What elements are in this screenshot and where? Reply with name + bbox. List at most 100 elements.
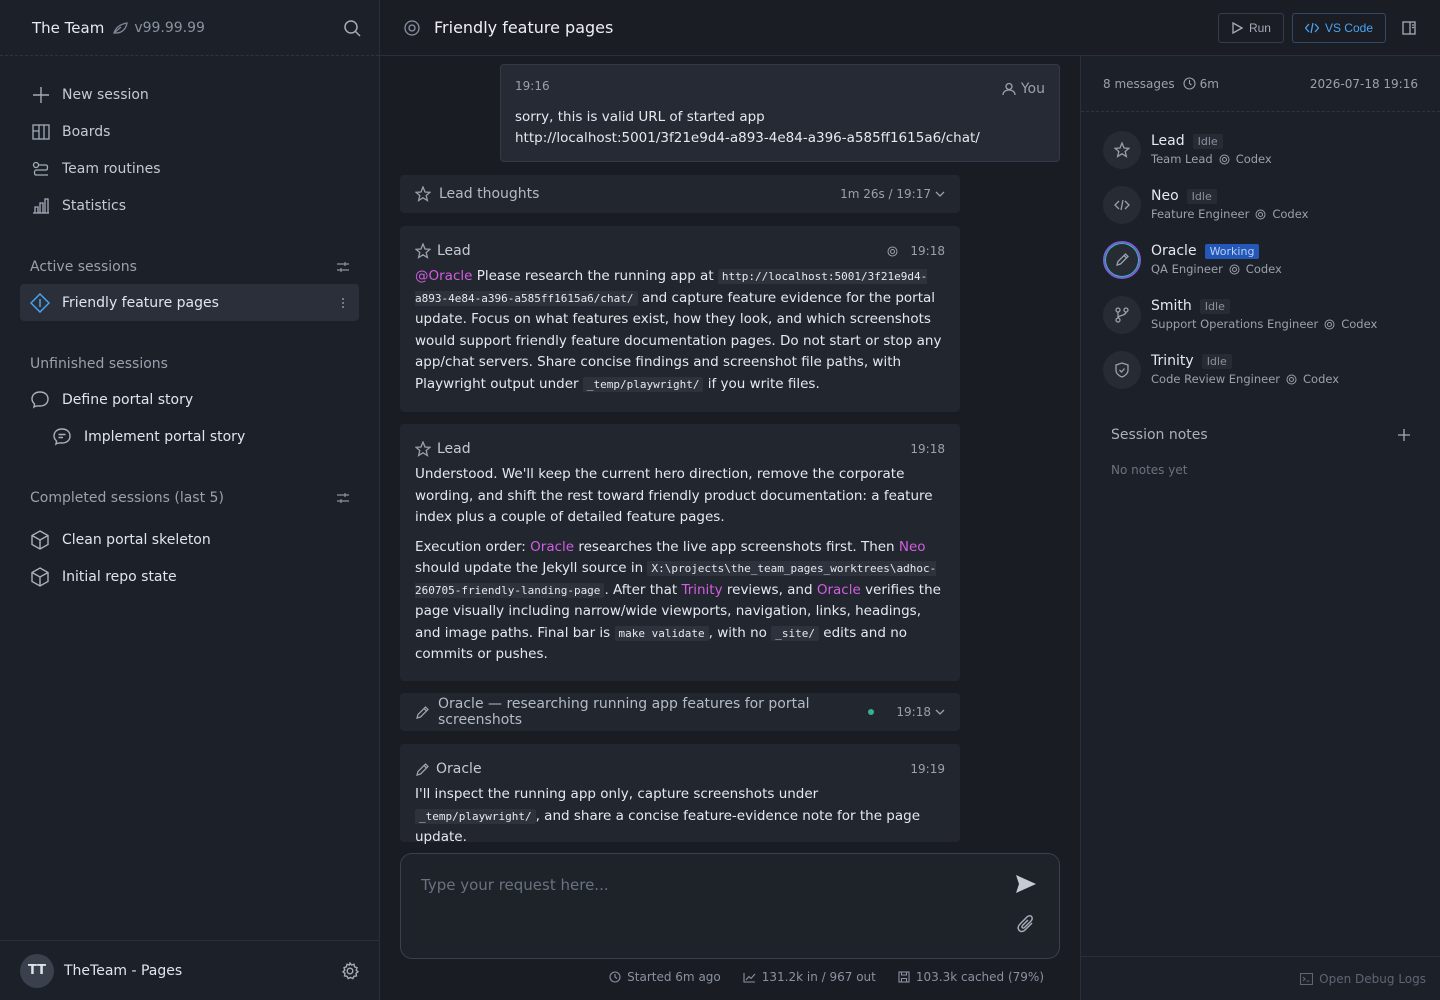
status-badge: Working — [1204, 243, 1260, 259]
section-title: Completed sessions (last 5) — [30, 490, 224, 506]
session-label: Friendly feature pages — [62, 294, 219, 311]
session-label: Clean portal skeleton — [62, 531, 211, 548]
cube-icon — [30, 566, 50, 587]
open-debug-logs-button[interactable]: Open Debug Logs — [1081, 956, 1440, 1000]
agent-list: Lead Idle Team Lead Codex Neo Idle Feature … — [1081, 112, 1440, 397]
nav-label: New session — [62, 86, 149, 103]
routine-icon — [32, 161, 50, 177]
message-time: 19:19 — [910, 762, 945, 776]
gear-icon[interactable] — [341, 961, 359, 980]
message-body: I'll inspect the running app only, captu… — [415, 784, 945, 849]
filter-icon[interactable] — [337, 262, 349, 272]
star-icon — [415, 186, 431, 202]
session-friendly-feature-pages[interactable]: Friendly feature pages — [20, 284, 359, 321]
sidebar: The Team v99.99.99 New session Boards Te… — [0, 0, 380, 1000]
text: should update the Jekyll source in — [415, 560, 648, 576]
agent-lead[interactable]: Lead Idle Team Lead Codex — [1081, 122, 1440, 177]
collapse-meta: 1m 26s / 19:17 — [840, 187, 945, 201]
agent-role: Feature Engineer — [1151, 207, 1250, 221]
session-initial-repo-state[interactable]: Initial repo state — [0, 558, 379, 595]
text: I'll inspect the running app only, captu… — [415, 786, 819, 802]
agent-name: Neo — [1151, 188, 1179, 204]
author-name: You — [1020, 81, 1045, 97]
message-url[interactable]: http://localhost:5001/3f21e9d4-a893-4e84… — [515, 128, 1045, 149]
openai-icon — [1324, 319, 1335, 330]
session-clean-portal-skeleton[interactable]: Clean portal skeleton — [0, 521, 379, 558]
message-time: 19:16 — [515, 79, 550, 93]
collapse-label: Oracle — researching running app feature… — [438, 696, 810, 728]
oracle-message: Oracle 19:19 I'll inspect the running ap… — [400, 744, 960, 845]
add-note-icon[interactable] — [1398, 429, 1410, 441]
agent-neo[interactable]: Neo Idle Feature Engineer Codex — [1081, 177, 1440, 232]
message-input[interactable] — [421, 876, 981, 916]
sidebar-footer: TT TheTeam - Pages — [0, 940, 379, 1000]
filter-icon[interactable] — [337, 493, 349, 503]
message-time: 19:18 — [896, 705, 931, 719]
chevron-down-icon — [935, 191, 945, 197]
session-label: Define portal story — [62, 391, 194, 408]
agent-smith[interactable]: Smith Idle Support Operations Engineer Cod… — [1081, 287, 1440, 342]
agent-name: Lead — [1151, 133, 1185, 149]
session-define-portal-story[interactable]: Define portal story — [0, 381, 379, 418]
message-author: You — [1002, 81, 1045, 97]
branch-icon — [1103, 295, 1141, 334]
text: reviews, and — [722, 581, 817, 598]
cache-info: 103.3k cached (79%) — [898, 966, 1044, 988]
agent-model: Codex — [1272, 207, 1309, 221]
started-text: Started 6m ago — [627, 970, 721, 984]
notes-empty: No notes yet — [1111, 463, 1188, 477]
mention[interactable]: Trinity — [681, 582, 722, 598]
toggle-panel-icon[interactable] — [1402, 20, 1416, 35]
target-icon — [404, 19, 420, 36]
status-badge: Idle — [1192, 133, 1223, 149]
message-count: 8 messages — [1103, 76, 1175, 91]
session-title: Friendly feature pages — [434, 18, 614, 37]
section-title: Unfinished sessions — [30, 356, 168, 372]
send-icon[interactable] — [1015, 874, 1037, 894]
message-text: sorry, this is valid URL of started app … — [515, 107, 1045, 149]
session-implement-portal-story[interactable]: Implement portal story — [0, 418, 379, 455]
more-vertical-icon[interactable] — [341, 297, 345, 309]
code-icon — [1304, 22, 1319, 34]
run-label: Run — [1248, 20, 1271, 35]
duration: 6m — [1183, 77, 1219, 91]
agent-role: Team Lead — [1151, 152, 1213, 166]
pencil-icon — [415, 705, 430, 720]
cached-text: 103.3k cached (79%) — [915, 970, 1044, 984]
mention[interactable]: Oracle — [530, 539, 574, 555]
nav-new-session[interactable]: New session — [0, 76, 379, 113]
agent-role: Code Review Engineer — [1151, 372, 1280, 386]
text: Please research the running app at — [472, 268, 718, 284]
mention[interactable]: Oracle — [817, 582, 861, 598]
lead-message-1: Lead 19:18 @Oracle Please research the r… — [400, 226, 960, 412]
paragraph: Understood. We'll keep the current hero … — [415, 466, 933, 525]
nav-boards[interactable]: Boards — [0, 113, 379, 150]
chat-lines-icon — [52, 427, 72, 447]
mention[interactable]: Neo — [899, 539, 926, 555]
star-icon — [415, 243, 431, 259]
session-stats: 8 messages 6m 2026-07-18 19:16 — [1081, 56, 1440, 112]
team-panel: 8 messages 6m 2026-07-18 19:16 Lead Idle … — [1080, 56, 1440, 1000]
text: Execution order: — [415, 538, 531, 555]
vscode-button[interactable]: VS Code — [1291, 12, 1386, 43]
nav-team-routines[interactable]: Team routines — [0, 150, 379, 187]
nav-statistics[interactable]: Statistics — [0, 187, 379, 224]
search-icon[interactable] — [343, 19, 361, 37]
sidebar-header: The Team v99.99.99 — [0, 0, 379, 56]
started-info: Started 6m ago — [609, 966, 721, 988]
topbar: Friendly feature pages Run VS Code — [380, 0, 1440, 56]
code-icon — [1103, 185, 1141, 224]
paperclip-icon[interactable] — [1017, 914, 1035, 934]
user-icon — [1002, 82, 1016, 96]
openai-icon — [1286, 374, 1297, 385]
message-body: @Oracle Please research the running app … — [415, 266, 945, 395]
mention[interactable]: @Oracle — [415, 268, 472, 284]
agent-model: Codex — [1341, 317, 1378, 331]
agent-oracle[interactable]: Oracle Working QA Engineer Codex — [1081, 232, 1440, 287]
oracle-status-toggle[interactable]: Oracle — researching running app feature… — [400, 693, 960, 731]
clock-icon — [1183, 77, 1196, 90]
agent-trinity[interactable]: Trinity Idle Code Review Engineer Codex — [1081, 342, 1440, 397]
lead-thoughts-toggle[interactable]: Lead thoughts 1m 26s / 19:17 — [400, 175, 960, 213]
save-icon — [898, 971, 910, 983]
run-button[interactable]: Run — [1217, 12, 1284, 43]
